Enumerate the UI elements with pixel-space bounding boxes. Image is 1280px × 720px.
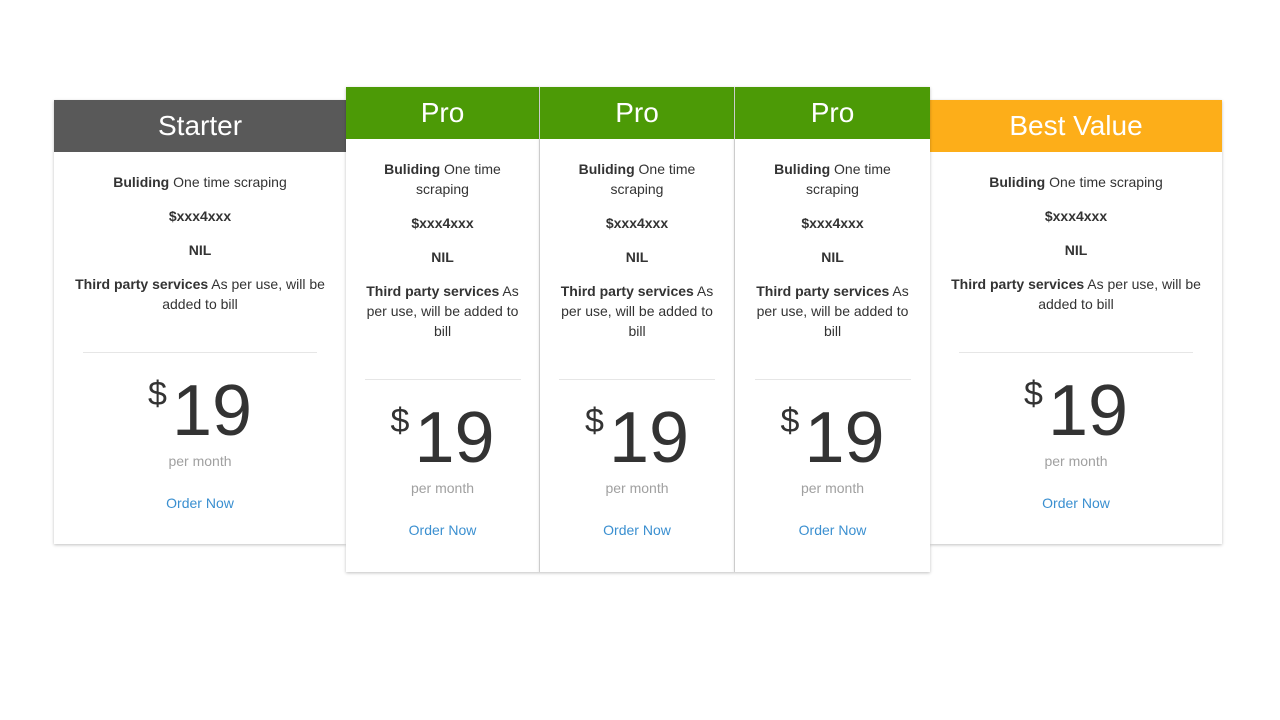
price-amount: 19 [1047,371,1129,451]
price-period: per month [605,480,669,496]
order-now-link[interactable]: Order Now [1042,495,1110,511]
price: $19 [1024,375,1128,447]
feature-third-party-label: Third party services [366,283,500,299]
feature-building-label: Buliding [384,161,441,177]
feature-nil: NIL [930,240,1222,260]
feature-price-code: $xxx4xxx [54,206,346,226]
feature-building: Buliding One time scraping [75,172,325,192]
order-now-link[interactable]: Order Now [409,522,477,538]
feature-nil-text: NIL [188,242,212,258]
feature-building-value: One time scraping [1049,174,1163,190]
feature-building-label: Buliding [578,161,635,177]
plan-header: Best Value [930,100,1222,152]
price-period: per month [1044,453,1108,469]
feature-building-label: Buliding [774,161,831,177]
currency-symbol: $ [780,402,800,440]
feature-price-code-text: $xxx4xxx [411,215,474,231]
pricing-card-pro-3: Pro Buliding One time scraping $xxx4xxx … [735,87,930,572]
currency-symbol: $ [584,402,604,440]
feature-building: Buliding One time scraping [363,159,523,199]
pricing-card-starter: Starter Buliding One time scraping $xxx4… [54,100,346,544]
plan-title: Pro [810,97,855,128]
price-amount: 19 [608,398,690,478]
feature-price-code: $xxx4xxx [346,213,539,233]
feature-building: Buliding One time scraping [753,159,913,199]
feature-third-party: Third party services As per use, will be… [557,281,717,341]
divider [83,352,317,353]
price: $19 [390,402,494,474]
feature-price-code-text: $xxx4xxx [605,215,669,231]
price-amount: 19 [171,371,253,451]
feature-third-party-label: Third party services [560,283,694,299]
currency-symbol: $ [1023,375,1043,413]
feature-building: Buliding One time scraping [557,159,717,199]
feature-price-code: $xxx4xxx [540,213,734,233]
order-now-link[interactable]: Order Now [799,522,867,538]
feature-price-code: $xxx4xxx [930,206,1222,226]
feature-building-label: Buliding [113,174,170,190]
feature-nil-text: NIL [1064,242,1088,258]
feature-nil-text: NIL [625,249,649,265]
pricing-card-pro-2: Pro Buliding One time scraping $xxx4xxx … [540,87,735,572]
feature-list: Buliding One time scraping $xxx4xxx NIL … [346,139,539,341]
plan-header: Pro [735,87,930,139]
feature-price-code-text: $xxx4xxx [801,215,864,231]
feature-nil-text: NIL [431,249,454,265]
feature-list: Buliding One time scraping $xxx4xxx NIL … [735,139,930,341]
plan-header: Starter [54,100,346,152]
divider [559,379,715,380]
feature-list: Buliding One time scraping $xxx4xxx NIL … [54,152,346,314]
plan-title: Pro [420,97,465,128]
price: $19 [585,402,689,474]
feature-third-party: Third party services As per use, will be… [363,281,523,341]
plan-header: Pro [540,87,734,139]
feature-third-party: Third party services As per use, will be… [75,274,325,314]
feature-building-label: Buliding [989,174,1046,190]
feature-third-party-label: Third party services [75,276,209,292]
pricing-card-pro-1: Pro Buliding One time scraping $xxx4xxx … [346,87,540,572]
plan-title: Best Value [1009,110,1143,141]
feature-list: Buliding One time scraping $xxx4xxx NIL … [930,152,1222,314]
plan-header: Pro [346,87,539,139]
price: $19 [780,402,884,474]
price-amount: 19 [804,398,885,478]
feature-third-party: Third party services As per use, will be… [951,274,1201,314]
feature-building-value: One time scraping [173,174,287,190]
order-now-link[interactable]: Order Now [166,495,234,511]
feature-price-code-text: $xxx4xxx [1044,208,1108,224]
price-period: per month [168,453,232,469]
price-period: per month [800,480,865,496]
plan-title: Starter [157,110,243,141]
feature-price-code: $xxx4xxx [735,213,930,233]
feature-nil: NIL [54,240,346,260]
feature-nil-text: NIL [821,249,844,265]
plan-title: Pro [615,97,659,128]
pricing-card-best-value: Best Value Buliding One time scraping $x… [930,100,1222,544]
divider [959,352,1193,353]
feature-nil: NIL [735,247,930,267]
feature-building: Buliding One time scraping [951,172,1201,192]
price-amount: 19 [414,398,495,478]
feature-nil: NIL [540,247,734,267]
currency-symbol: $ [390,402,410,440]
feature-third-party-label: Third party services [756,283,890,299]
price-period: per month [410,480,475,496]
feature-third-party: Third party services As per use, will be… [753,281,913,341]
order-now-link[interactable]: Order Now [603,522,671,538]
feature-list: Buliding One time scraping $xxx4xxx NIL … [540,139,734,341]
feature-price-code-text: $xxx4xxx [168,208,232,224]
price: $19 [148,375,252,447]
feature-third-party-label: Third party services [951,276,1085,292]
feature-nil: NIL [346,247,539,267]
divider [754,379,911,380]
currency-symbol: $ [147,375,167,413]
divider [364,379,521,380]
